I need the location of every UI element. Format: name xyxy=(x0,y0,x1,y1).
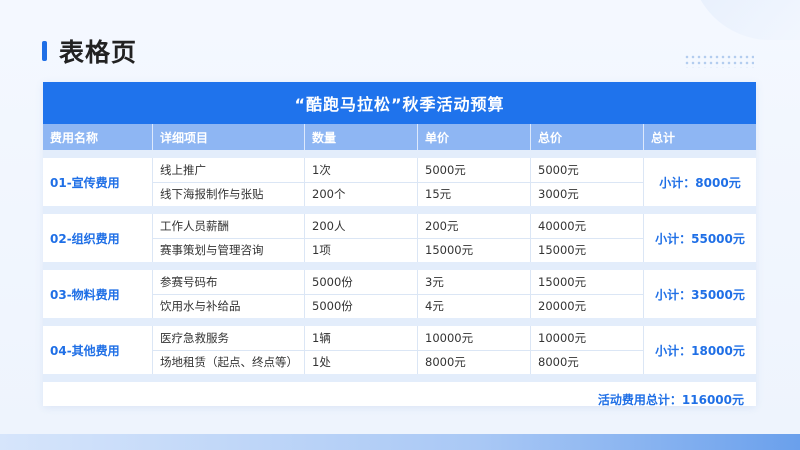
group-name: 02-组织费用 xyxy=(50,231,120,246)
table-row: 线上推广 1次 5000元 5000元 xyxy=(152,158,643,183)
header-cell-unit: 单价 xyxy=(417,124,530,150)
group-name: 04-其他费用 xyxy=(50,343,120,358)
item-unit-price: 8000元 xyxy=(417,350,530,374)
item-qty: 1辆 xyxy=(304,326,417,350)
item-unit-price: 4元 xyxy=(417,294,530,318)
header-cell-sum: 总计 xyxy=(643,124,756,150)
group-name: 01-宣传费用 xyxy=(50,175,120,190)
group-divider xyxy=(43,374,756,382)
item-name: 饮用水与补给品 xyxy=(152,294,304,318)
item-unit-price: 15元 xyxy=(417,182,530,206)
item-total-price: 40000元 xyxy=(530,214,643,238)
item-unit-price: 15000元 xyxy=(417,238,530,262)
title-area: 表格页 xyxy=(42,33,137,69)
table-row: 工作人员薪酬 200人 200元 40000元 xyxy=(152,214,643,239)
item-qty: 5000份 xyxy=(304,294,417,318)
group-divider xyxy=(43,206,756,214)
page-title: 表格页 xyxy=(59,38,138,67)
item-name: 医疗急救服务 xyxy=(152,326,304,350)
item-unit-price: 200元 xyxy=(417,214,530,238)
item-total-price: 8000元 xyxy=(530,350,643,374)
item-unit-price: 10000元 xyxy=(417,326,530,350)
item-unit-price: 3元 xyxy=(417,270,530,294)
item-name: 线下海报制作与张贴 xyxy=(152,182,304,206)
header-cell-item: 详细项目 xyxy=(152,124,304,150)
group-divider xyxy=(43,262,756,270)
item-total-price: 3000元 xyxy=(530,182,643,206)
decorative-dots xyxy=(684,54,754,68)
item-qty: 200人 xyxy=(304,214,417,238)
header-cell-qty: 数量 xyxy=(304,124,417,150)
item-qty: 1项 xyxy=(304,238,417,262)
item-total-price: 5000元 xyxy=(530,158,643,182)
table-group: 04-其他费用 医疗急救服务 1辆 10000元 10000元 场地租赁（起点、… xyxy=(43,326,756,374)
table-row: 场地租赁（起点、终点等） 1处 8000元 8000元 xyxy=(152,350,643,374)
table-row: 参赛号码布 5000份 3元 15000元 xyxy=(152,270,643,295)
table-row: 赛事策划与管理咨询 1项 15000元 15000元 xyxy=(152,238,643,262)
group-subtotal: 小计：8000元 xyxy=(643,158,756,206)
item-qty: 200个 xyxy=(304,182,417,206)
header-cell-total: 总价 xyxy=(530,124,643,150)
group-divider xyxy=(43,318,756,326)
item-name: 线上推广 xyxy=(152,158,304,182)
item-total-price: 15000元 xyxy=(530,238,643,262)
group-subtotal: 小计：18000元 xyxy=(643,326,756,374)
item-name: 赛事策划与管理咨询 xyxy=(152,238,304,262)
table-group: 03-物料费用 参赛号码布 5000份 3元 15000元 饮用水与补给品 50… xyxy=(43,270,756,318)
item-name: 场地租赁（起点、终点等） xyxy=(152,350,304,374)
decorative-bottom-band xyxy=(0,434,800,450)
table-row: 线下海报制作与张贴 200个 15元 3000元 xyxy=(152,182,643,206)
title-accent-bar xyxy=(42,41,47,61)
item-name: 工作人员薪酬 xyxy=(152,214,304,238)
group-name: 03-物料费用 xyxy=(50,287,120,302)
table-title: “酷跑马拉松”秋季活动预算 xyxy=(43,82,756,124)
group-divider xyxy=(43,150,756,158)
group-subtotal: 小计：55000元 xyxy=(643,214,756,262)
item-qty: 5000份 xyxy=(304,270,417,294)
table-group: 01-宣传费用 线上推广 1次 5000元 5000元 线下海报制作与张贴 20… xyxy=(43,158,756,206)
item-total-price: 10000元 xyxy=(530,326,643,350)
table-row: 饮用水与补给品 5000份 4元 20000元 xyxy=(152,294,643,318)
header-cell-name: 费用名称 xyxy=(50,130,99,145)
table-header-row: 费用名称 详细项目 数量 单价 总价 总计 xyxy=(43,124,756,150)
table-row: 医疗急救服务 1辆 10000元 10000元 xyxy=(152,326,643,351)
item-unit-price: 5000元 xyxy=(417,158,530,182)
item-name: 参赛号码布 xyxy=(152,270,304,294)
grand-total: 活动费用总计：116000元 xyxy=(43,382,756,406)
item-qty: 1次 xyxy=(304,158,417,182)
decorative-corner xyxy=(690,0,800,40)
budget-table: “酷跑马拉松”秋季活动预算 费用名称 详细项目 数量 单价 总价 总计 01-宣… xyxy=(43,82,756,406)
item-qty: 1处 xyxy=(304,350,417,374)
table-group: 02-组织费用 工作人员薪酬 200人 200元 40000元 赛事策划与管理咨… xyxy=(43,214,756,262)
group-subtotal: 小计：35000元 xyxy=(643,270,756,318)
item-total-price: 20000元 xyxy=(530,294,643,318)
item-total-price: 15000元 xyxy=(530,270,643,294)
